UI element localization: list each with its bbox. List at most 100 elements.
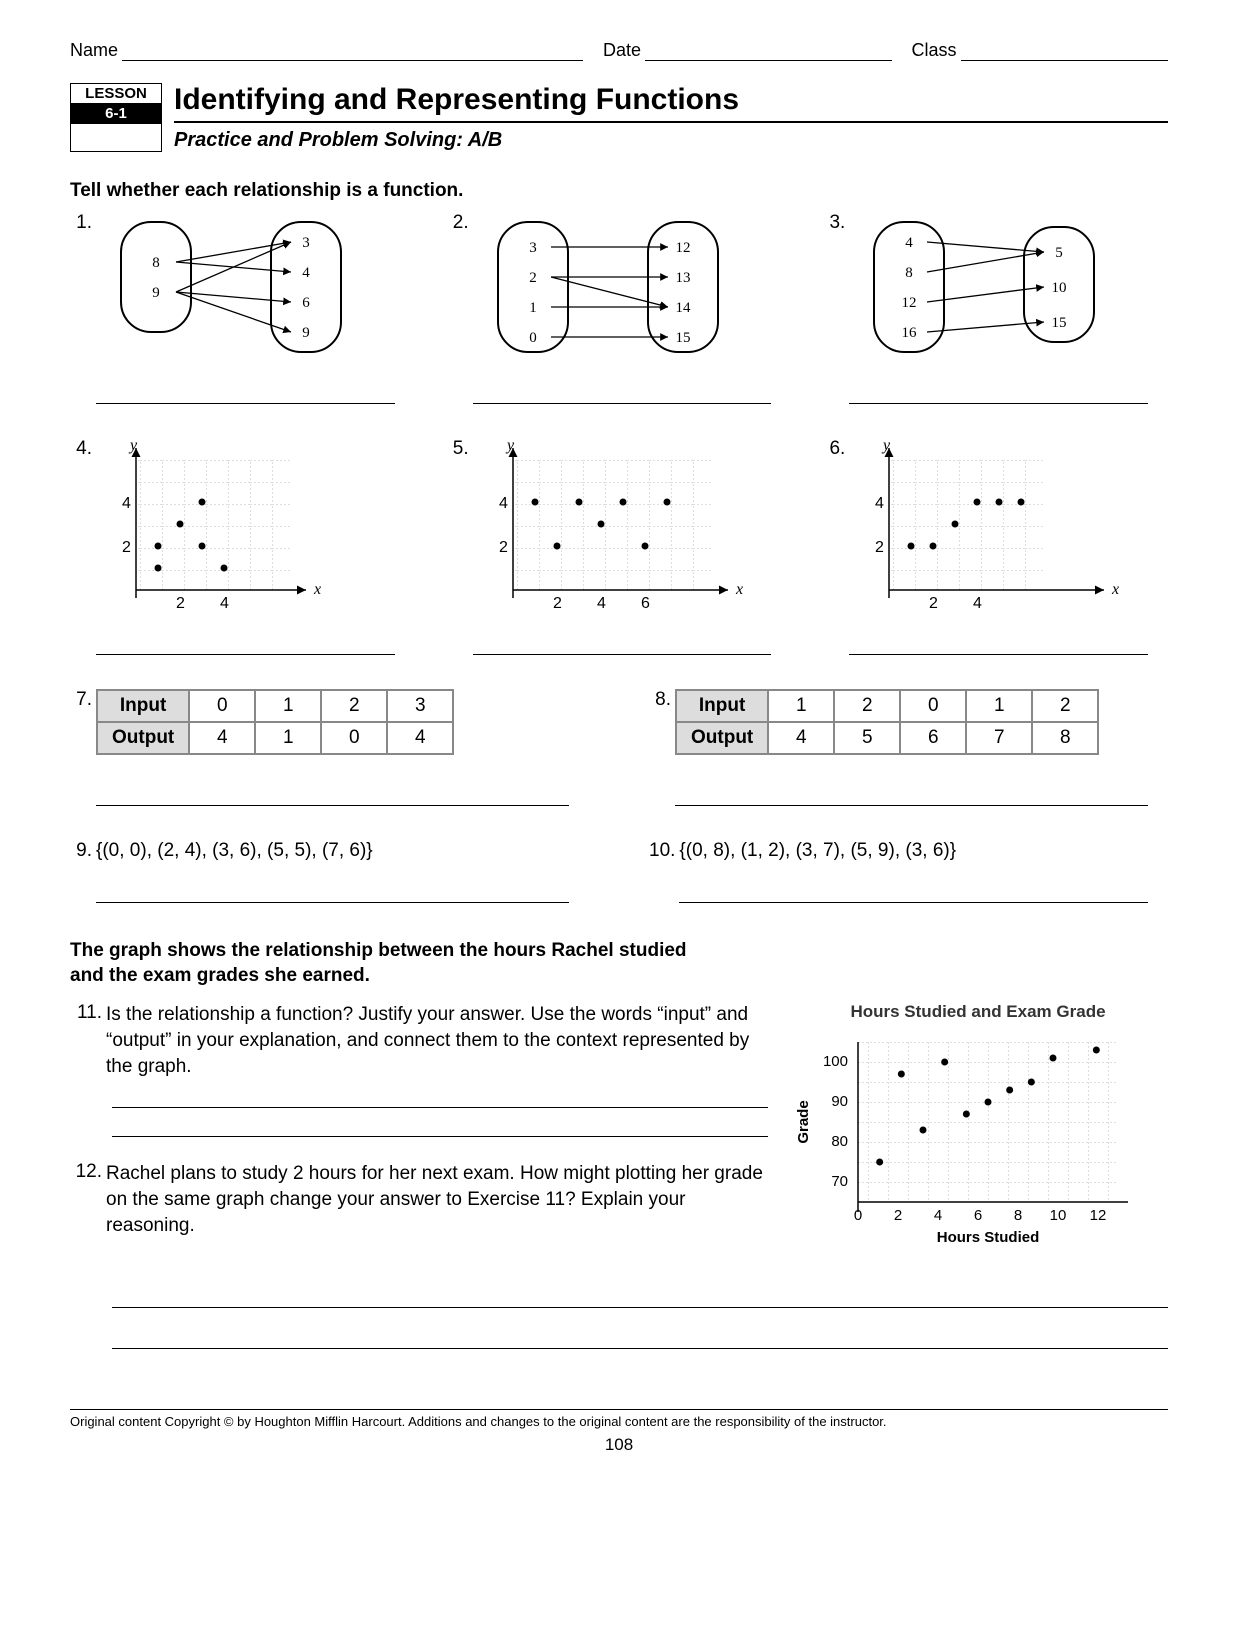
q5-answer-line[interactable] (473, 654, 772, 655)
copyright: Original content Copyright © by Houghton… (70, 1409, 1168, 1429)
svg-text:y: y (505, 438, 515, 454)
q9-number: 9. (70, 840, 92, 909)
svg-text:12: 12 (1090, 1207, 1107, 1224)
q4-answer-line[interactable] (96, 654, 395, 655)
svg-text:4: 4 (302, 265, 310, 281)
lesson-badge: LESSON 6-1 (70, 83, 162, 152)
q6-graph: x y 2 4 2 4 (849, 438, 1129, 628)
title-row: LESSON 6-1 Identifying and Representing … (70, 83, 1168, 152)
svg-text:8: 8 (1014, 1207, 1022, 1224)
svg-text:x: x (1111, 581, 1119, 598)
q1-number: 1. (70, 212, 92, 234)
svg-text:0: 0 (854, 1207, 862, 1224)
svg-text:2: 2 (929, 595, 938, 612)
svg-text:4: 4 (122, 495, 131, 512)
svg-text:6: 6 (302, 295, 310, 311)
q8-number: 8. (649, 689, 671, 711)
q12-line-1[interactable] (112, 1307, 1168, 1308)
page-title: Identifying and Representing Functions (174, 83, 1168, 123)
q7-answer-line[interactable] (96, 805, 569, 806)
svg-text:2: 2 (499, 539, 508, 556)
q9-answer-line[interactable] (96, 902, 569, 903)
svg-text:12: 12 (675, 240, 690, 256)
q6-answer-line[interactable] (849, 654, 1148, 655)
svg-text:2: 2 (529, 270, 537, 286)
date-label: Date (603, 40, 641, 61)
lesson-tag: LESSON (71, 84, 161, 103)
context-text: The graph shows the relationship between… (70, 939, 690, 988)
svg-text:90: 90 (831, 1093, 848, 1110)
q1-answer-line[interactable] (96, 403, 395, 404)
svg-text:100: 100 (823, 1053, 848, 1070)
svg-text:6: 6 (974, 1207, 982, 1224)
svg-text:3: 3 (529, 240, 537, 256)
svg-text:4: 4 (906, 235, 914, 251)
svg-text:4: 4 (875, 495, 884, 512)
svg-text:14: 14 (675, 300, 691, 316)
q11-line-1[interactable] (112, 1107, 768, 1108)
q3-number: 3. (823, 212, 845, 234)
svg-text:4: 4 (934, 1207, 942, 1224)
mapping-row: 1. 8 9 3 4 6 9 (70, 212, 1168, 410)
q2-number: 2. (447, 212, 469, 234)
svg-text:0: 0 (529, 330, 537, 346)
svg-text:2: 2 (176, 595, 185, 612)
chart-title: Hours Studied and Exam Grade (788, 1002, 1168, 1022)
svg-text:Grade: Grade (795, 1101, 812, 1144)
q8-answer-line[interactable] (675, 805, 1148, 806)
q6-number: 6. (823, 438, 845, 460)
svg-text:x: x (735, 581, 743, 598)
q2-mapping: 3 2 1 0 12 13 14 15 (473, 212, 773, 372)
name-blank[interactable] (122, 40, 583, 61)
graph-row: 4. x y 2 4 2 4 5. (70, 438, 1168, 661)
lesson-code: 6-1 (71, 103, 161, 124)
q10-number: 10. (649, 840, 675, 909)
name-label: Name (70, 40, 118, 61)
q7-table: Input 01 23 Output 41 04 (96, 689, 454, 755)
svg-text:2: 2 (122, 539, 131, 556)
word-problems: The graph shows the relationship between… (70, 939, 1168, 1349)
q5-graph: x y 2 4 2 4 6 (473, 438, 753, 628)
svg-text:13: 13 (675, 270, 690, 286)
worksheet-page: Name Date Class LESSON 6-1 Identifying a… (0, 0, 1238, 1475)
svg-text:12: 12 (902, 295, 917, 311)
svg-text:1: 1 (529, 300, 537, 316)
svg-text:10: 10 (1052, 280, 1067, 296)
scatter-chart: 100 90 80 70 0 2 4 6 8 10 12 Hours Studi… (788, 1022, 1148, 1262)
q10-answer-line[interactable] (679, 902, 1148, 903)
svg-text:8: 8 (906, 265, 914, 281)
q12-line-2[interactable] (112, 1348, 1168, 1349)
q8-table: Input 12 01 2 Output 45 67 8 (675, 689, 1099, 755)
svg-text:Hours Studied: Hours Studied (937, 1229, 1040, 1246)
svg-text:5: 5 (1056, 245, 1064, 261)
svg-text:3: 3 (302, 235, 310, 251)
q11-line-2[interactable] (112, 1136, 768, 1137)
q10-set: {(0, 8), (1, 2), (3, 7), (5, 9), (3, 6)} (679, 840, 956, 861)
q2-answer-line[interactable] (473, 403, 772, 404)
svg-text:4: 4 (597, 595, 606, 612)
svg-text:15: 15 (675, 330, 690, 346)
svg-text:8: 8 (152, 255, 160, 271)
svg-text:y: y (881, 438, 891, 454)
svg-text:6: 6 (641, 595, 650, 612)
q12-number: 12. (70, 1161, 102, 1238)
q12-text: Rachel plans to study 2 hours for her ne… (106, 1161, 768, 1238)
q4-graph: x y 2 4 2 4 (96, 438, 356, 628)
q5-number: 5. (447, 438, 469, 460)
q11-text: Is the relationship a function? Justify … (106, 1002, 768, 1079)
svg-text:9: 9 (152, 285, 160, 301)
class-label: Class (912, 40, 957, 61)
svg-text:9: 9 (302, 325, 310, 341)
class-blank[interactable] (961, 40, 1168, 61)
svg-text:2: 2 (553, 595, 562, 612)
io-row: 7. Input 01 23 Output 41 04 8. Input (70, 689, 1168, 812)
q3-answer-line[interactable] (849, 403, 1148, 404)
svg-text:10: 10 (1050, 1207, 1067, 1224)
header-fields: Name Date Class (70, 40, 1168, 61)
svg-text:4: 4 (499, 495, 508, 512)
svg-text:80: 80 (831, 1133, 848, 1150)
date-blank[interactable] (645, 40, 892, 61)
q4-number: 4. (70, 438, 92, 460)
sets-row: 9. {(0, 0), (2, 4), (3, 6), (5, 5), (7, … (70, 840, 1168, 909)
page-subtitle: Practice and Problem Solving: A/B (174, 129, 1168, 152)
